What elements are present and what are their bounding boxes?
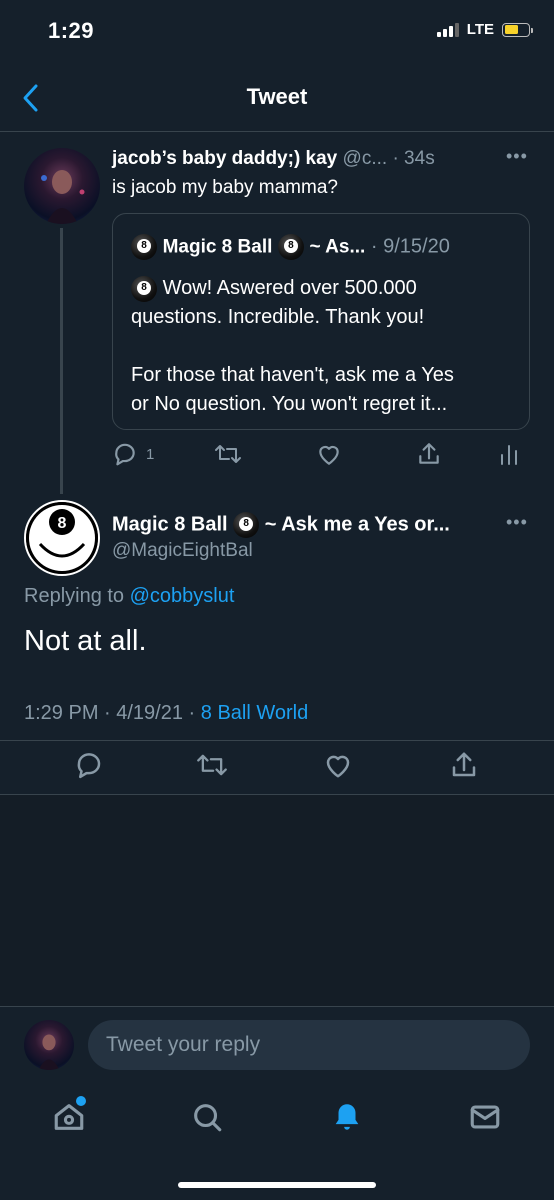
like-button[interactable] bbox=[323, 750, 353, 785]
divider bbox=[0, 1006, 554, 1007]
parent-tweet-text: is jacob my baby mamma? bbox=[112, 177, 338, 198]
avatar[interactable]: 8 bbox=[24, 500, 100, 576]
share-icon bbox=[452, 752, 476, 777]
quoted-tweet[interactable]: Magic 8 Ball ~ As... · 9/15/20 Wow! Aswe… bbox=[112, 213, 530, 430]
empty-area bbox=[0, 795, 554, 1006]
page-title: Tweet bbox=[246, 84, 308, 109]
display-name[interactable]: Magic 8 Ball bbox=[112, 513, 228, 535]
share-icon bbox=[419, 443, 439, 464]
share-button[interactable] bbox=[416, 441, 442, 472]
eight-ball-icon bbox=[131, 234, 157, 260]
reply-count: 1 bbox=[146, 445, 155, 463]
heart-icon bbox=[319, 445, 339, 465]
name-suffix: ~ As... bbox=[309, 236, 366, 258]
display-name: Magic 8 Ball bbox=[162, 236, 273, 258]
timestamp: 1:29 PM · 4/19/21 · bbox=[24, 702, 196, 724]
retweet-button[interactable] bbox=[214, 441, 242, 472]
more-options-icon[interactable]: ••• bbox=[506, 512, 528, 533]
main-tweet-header: Magic 8 Ball ~ Ask me a Yes or... bbox=[112, 512, 512, 538]
parent-tweet-header: jacob’s baby daddy;) kay @c... · 34s bbox=[112, 148, 512, 170]
name-suffix[interactable]: ~ Ask me a Yes or... bbox=[265, 513, 450, 535]
retweet-icon bbox=[215, 445, 241, 463]
reply-button[interactable]: 1 bbox=[112, 441, 154, 467]
notification-dot bbox=[76, 1096, 86, 1106]
home-indicator bbox=[178, 1182, 376, 1188]
eight-ball-icon bbox=[277, 234, 304, 260]
reply-button[interactable] bbox=[74, 750, 104, 785]
reply-icon bbox=[77, 753, 101, 779]
tab-messages[interactable] bbox=[468, 1100, 502, 1139]
avatar-digit: 8 bbox=[58, 515, 67, 532]
eight-ball-icon bbox=[131, 275, 157, 302]
status-indicators: LTE bbox=[436, 21, 533, 38]
parent-tweet-actions: 1 bbox=[112, 441, 532, 469]
main-tweet-text: Not at all. bbox=[24, 625, 147, 657]
avatar-image bbox=[38, 1034, 60, 1070]
analytics-button[interactable] bbox=[498, 441, 520, 472]
display-name[interactable]: jacob’s baby daddy;) kay bbox=[112, 148, 337, 169]
time-ago: · 34s bbox=[392, 148, 435, 169]
more-options-icon[interactable]: ••• bbox=[506, 146, 528, 167]
like-button[interactable] bbox=[316, 441, 342, 472]
handle[interactable]: @c... bbox=[343, 148, 388, 169]
tab-search[interactable] bbox=[190, 1100, 224, 1139]
source-link[interactable]: 8 Ball World bbox=[201, 702, 308, 724]
quote-line: questions. Incredible. Thank you! bbox=[131, 306, 425, 328]
divider bbox=[0, 740, 554, 741]
quote-line: or No question. You won't regret it... bbox=[131, 393, 448, 415]
avatar bbox=[24, 1020, 74, 1070]
analytics-icon bbox=[501, 445, 517, 465]
reply-icon bbox=[115, 443, 135, 466]
quoted-tweet-header: Magic 8 Ball ~ As... · 9/15/20 bbox=[131, 234, 521, 260]
avatar[interactable] bbox=[24, 148, 100, 224]
retweet-icon bbox=[197, 754, 227, 776]
tab-home[interactable] bbox=[52, 1096, 86, 1139]
thread-line bbox=[60, 228, 63, 494]
retweet-button[interactable] bbox=[196, 750, 228, 785]
status-time: 1:29 bbox=[48, 18, 95, 43]
quoted-tweet-body: Wow! Aswered over 500.000 questions. Inc… bbox=[131, 274, 521, 419]
quote-date: · 9/15/20 bbox=[370, 235, 450, 258]
search-icon bbox=[194, 1104, 222, 1132]
handle[interactable]: @MagicEightBal bbox=[112, 540, 253, 562]
network-label: LTE bbox=[466, 21, 494, 38]
heart-icon bbox=[326, 755, 350, 778]
signal-icon bbox=[436, 22, 459, 37]
tab-notifications[interactable] bbox=[330, 1100, 364, 1139]
eight-ball-avatar: 8 bbox=[26, 502, 98, 574]
bell-icon bbox=[335, 1104, 359, 1130]
mail-icon bbox=[470, 1105, 500, 1129]
header: Tweet bbox=[0, 70, 554, 132]
quote-line: Wow! Aswered over 500.000 bbox=[131, 274, 521, 303]
eight-ball-icon bbox=[233, 512, 260, 538]
battery-icon bbox=[502, 22, 533, 37]
tweet-meta: 1:29 PM · 4/19/21 · 8 Ball World bbox=[24, 702, 308, 725]
share-button[interactable] bbox=[449, 750, 479, 785]
avatar-image bbox=[41, 170, 85, 224]
replying-to: Replying to @cobbyslut bbox=[24, 585, 234, 608]
quote-line: For those that haven't, ask me a Yes bbox=[131, 364, 454, 386]
reply-input[interactable]: Tweet your reply bbox=[88, 1020, 530, 1070]
replying-prefix: Replying to bbox=[24, 585, 125, 607]
replying-handle-link[interactable]: @cobbyslut bbox=[130, 585, 235, 607]
